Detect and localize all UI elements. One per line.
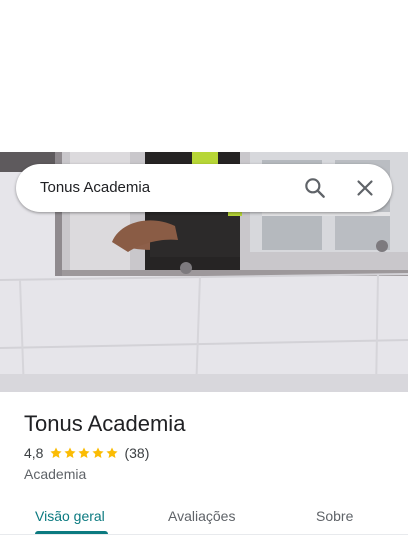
place-info-panel: Tonus Academia 4,8 (38) Academia Visão g…	[0, 392, 408, 544]
place-page: Tonus Academia Tonus Academia 4,8 (38) A…	[0, 0, 408, 544]
star-icon	[92, 447, 105, 458]
rating-stars	[49, 446, 119, 460]
search-icon[interactable]	[302, 175, 328, 201]
review-count[interactable]: (38)	[124, 445, 149, 461]
tab-about[interactable]: Sobre	[316, 504, 353, 528]
tab-overview[interactable]: Visão geral	[35, 504, 105, 528]
star-icon	[64, 447, 77, 458]
search-input[interactable]: Tonus Academia	[40, 178, 150, 198]
map-blank-area	[0, 0, 408, 152]
tabs-divider	[0, 534, 408, 535]
place-title: Tonus Academia	[24, 411, 186, 436]
search-bar[interactable]: Tonus Academia	[16, 164, 392, 212]
star-icon	[78, 447, 91, 458]
tab-bar: Visão geral Avaliações Sobre	[0, 494, 408, 544]
rating-row[interactable]: 4,8 (38)	[24, 444, 149, 462]
star-icon	[106, 447, 119, 458]
tab-reviews[interactable]: Avaliações	[168, 504, 235, 528]
rating-value: 4,8	[24, 445, 44, 461]
close-icon[interactable]	[352, 175, 378, 201]
place-category[interactable]: Academia	[24, 465, 86, 483]
star-icon	[50, 447, 63, 458]
